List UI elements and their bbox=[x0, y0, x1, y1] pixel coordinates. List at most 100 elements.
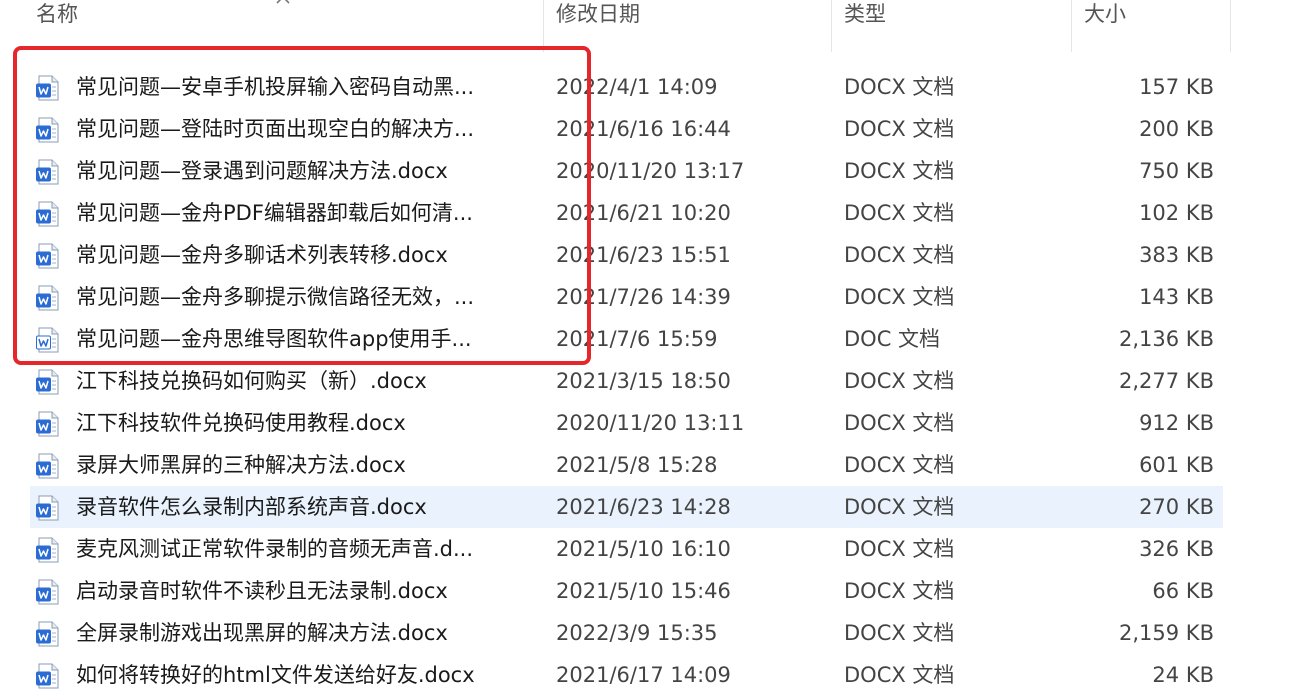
file-modified-date: 2021/5/8 15:28 bbox=[556, 453, 718, 477]
file-size: 270 KB bbox=[1139, 495, 1214, 519]
word-docx-icon bbox=[36, 75, 59, 101]
file-modified-date: 2021/6/16 16:44 bbox=[556, 117, 731, 141]
file-name: 常见问题—金舟PDF编辑器卸载后如何清... bbox=[76, 201, 473, 225]
column-header-type[interactable]: 类型 bbox=[844, 0, 886, 40]
file-type: DOCX 文档 bbox=[844, 663, 955, 687]
column-header-name[interactable]: 名称 bbox=[36, 0, 78, 40]
column-separator[interactable] bbox=[1230, 0, 1231, 52]
file-name: 常见问题—金舟思维导图软件app使用手... bbox=[76, 327, 472, 351]
word-docx-icon bbox=[36, 243, 59, 269]
file-row[interactable]: 常见问题—金舟PDF编辑器卸载后如何清... 2021/6/21 10:20 DOC… bbox=[0, 192, 1292, 234]
file-name: 常见问题—安卓手机投屏输入密码自动黑... bbox=[76, 75, 475, 99]
file-size: 157 KB bbox=[1139, 75, 1214, 99]
file-type: DOCX 文档 bbox=[844, 117, 955, 141]
word-docx-icon bbox=[36, 159, 59, 185]
file-type: DOCX 文档 bbox=[844, 285, 955, 309]
file-modified-date: 2021/6/17 14:09 bbox=[556, 663, 731, 687]
file-list: 常见问题—安卓手机投屏输入密码自动黑... 2022/4/1 14:09 DOCX … bbox=[0, 66, 1292, 692]
word-docx-icon bbox=[36, 621, 59, 647]
file-size: 601 KB bbox=[1139, 453, 1214, 477]
file-modified-date: 2021/6/23 15:51 bbox=[556, 243, 731, 267]
file-size: 2,136 KB bbox=[1119, 327, 1214, 351]
file-modified-date: 2022/4/1 14:09 bbox=[556, 75, 718, 99]
file-name: 启动录音时软件不读秒且无法录制.docx bbox=[76, 579, 448, 603]
file-modified-date: 2021/3/15 18:50 bbox=[556, 369, 731, 393]
file-type: DOCX 文档 bbox=[844, 369, 955, 393]
file-type: DOCX 文档 bbox=[844, 243, 955, 267]
file-name: 录屏大师黑屏的三种解决方法.docx bbox=[76, 453, 406, 477]
word-docx-icon bbox=[36, 201, 59, 227]
file-row[interactable]: 常见问题—金舟思维导图软件app使用手... 2021/7/6 15:59 DOC … bbox=[0, 318, 1292, 360]
file-size: 143 KB bbox=[1139, 285, 1214, 309]
word-docx-icon bbox=[36, 285, 59, 311]
file-name: 江下科技软件兑换码使用教程.docx bbox=[76, 411, 406, 435]
column-separator[interactable] bbox=[543, 0, 544, 52]
file-size: 2,159 KB bbox=[1119, 621, 1214, 645]
file-type: DOCX 文档 bbox=[844, 537, 955, 561]
file-name: 常见问题—登录遇到问题解决方法.docx bbox=[76, 159, 448, 183]
file-size: 750 KB bbox=[1139, 159, 1214, 183]
file-row[interactable]: 录屏大师黑屏的三种解决方法.docx 2021/5/8 15:28 DOCX 文档 6… bbox=[0, 444, 1292, 486]
word-docx-icon bbox=[36, 663, 59, 689]
file-name: 录音软件怎么录制内部系统声音.docx bbox=[76, 495, 427, 519]
column-header-date[interactable]: 修改日期 bbox=[556, 0, 640, 40]
file-row[interactable]: 如何将转换好的html文件发送给好友.docx 2021/6/17 14:09 DO… bbox=[0, 654, 1292, 692]
file-modified-date: 2021/6/21 10:20 bbox=[556, 201, 731, 225]
file-modified-date: 2021/7/26 14:39 bbox=[556, 285, 731, 309]
file-modified-date: 2021/5/10 15:46 bbox=[556, 579, 731, 603]
file-row[interactable]: 常见问题—登录遇到问题解决方法.docx 2020/11/20 13:17 DOCX… bbox=[0, 150, 1292, 192]
file-modified-date: 2020/11/20 13:11 bbox=[556, 411, 745, 435]
sort-up-chevron-icon[interactable] bbox=[276, 0, 290, 4]
word-docx-icon bbox=[36, 117, 59, 143]
file-name: 常见问题—金舟多聊提示微信路径无效，... bbox=[76, 285, 475, 309]
file-name: 麦克风测试正常软件录制的音频无声音.d... bbox=[76, 537, 474, 561]
file-name: 江下科技兑换码如何购买（新）.docx bbox=[76, 369, 427, 393]
file-size: 24 KB bbox=[1152, 663, 1214, 687]
file-row[interactable]: 录音软件怎么录制内部系统声音.docx 2021/6/23 14:28 DOCX 文… bbox=[0, 486, 1292, 528]
file-row[interactable]: 江下科技软件兑换码使用教程.docx 2020/11/20 13:11 DOCX 文… bbox=[0, 402, 1292, 444]
file-row[interactable]: 常见问题—安卓手机投屏输入密码自动黑... 2022/4/1 14:09 DOCX … bbox=[0, 66, 1292, 108]
file-size: 200 KB bbox=[1139, 117, 1214, 141]
file-row[interactable]: 全屏录制游戏出现黑屏的解决方法.docx 2022/3/9 15:35 DOCX 文… bbox=[0, 612, 1292, 654]
column-separator[interactable] bbox=[831, 0, 832, 52]
word-docx-icon bbox=[36, 537, 59, 563]
file-type: DOCX 文档 bbox=[844, 495, 955, 519]
file-type: DOCX 文档 bbox=[844, 75, 955, 99]
file-modified-date: 2022/3/9 15:35 bbox=[556, 621, 718, 645]
file-type: DOCX 文档 bbox=[844, 579, 955, 603]
file-modified-date: 2021/5/10 16:10 bbox=[556, 537, 731, 561]
file-type: DOCX 文档 bbox=[844, 621, 955, 645]
file-row[interactable]: 江下科技兑换码如何购买（新）.docx 2021/3/15 18:50 DOCX 文… bbox=[0, 360, 1292, 402]
file-name: 常见问题—金舟多聊话术列表转移.docx bbox=[76, 243, 448, 267]
file-name: 如何将转换好的html文件发送给好友.docx bbox=[76, 663, 475, 687]
column-header: 名称 修改日期 类型 大小 bbox=[0, 0, 1292, 52]
file-type: DOCX 文档 bbox=[844, 453, 955, 477]
file-type: DOCX 文档 bbox=[844, 411, 955, 435]
file-type: DOCX 文档 bbox=[844, 159, 955, 183]
file-type: DOCX 文档 bbox=[844, 201, 955, 225]
file-type: DOC 文档 bbox=[844, 327, 941, 351]
file-size: 66 KB bbox=[1152, 579, 1214, 603]
word-docx-icon bbox=[36, 369, 59, 395]
file-row[interactable]: 麦克风测试正常软件录制的音频无声音.d... 2021/5/10 16:10 DOC… bbox=[0, 528, 1292, 570]
file-modified-date: 2020/11/20 13:17 bbox=[556, 159, 745, 183]
file-modified-date: 2021/7/6 15:59 bbox=[556, 327, 718, 351]
word-docx-icon bbox=[36, 579, 59, 605]
file-name: 常见问题—登陆时页面出现空白的解决方... bbox=[76, 117, 475, 141]
file-size: 102 KB bbox=[1139, 201, 1214, 225]
file-size: 383 KB bbox=[1139, 243, 1214, 267]
file-row[interactable]: 启动录音时软件不读秒且无法录制.docx 2021/5/10 15:46 DOCX … bbox=[0, 570, 1292, 612]
word-docx-icon bbox=[36, 495, 59, 521]
file-row[interactable]: 常见问题—金舟多聊话术列表转移.docx 2021/6/23 15:51 DOCX … bbox=[0, 234, 1292, 276]
file-row[interactable]: 常见问题—金舟多聊提示微信路径无效，... 2021/7/26 14:39 DOCX… bbox=[0, 276, 1292, 318]
file-size: 912 KB bbox=[1139, 411, 1214, 435]
word-docx-icon bbox=[36, 453, 59, 479]
file-modified-date: 2021/6/23 14:28 bbox=[556, 495, 731, 519]
word-docx-icon bbox=[36, 411, 59, 437]
word-doc-icon bbox=[36, 327, 59, 353]
column-separator[interactable] bbox=[1071, 0, 1072, 52]
file-size: 326 KB bbox=[1139, 537, 1214, 561]
column-header-size[interactable]: 大小 bbox=[1084, 0, 1126, 40]
file-size: 2,277 KB bbox=[1119, 369, 1214, 393]
file-row[interactable]: 常见问题—登陆时页面出现空白的解决方... 2021/6/16 16:44 DOCX… bbox=[0, 108, 1292, 150]
